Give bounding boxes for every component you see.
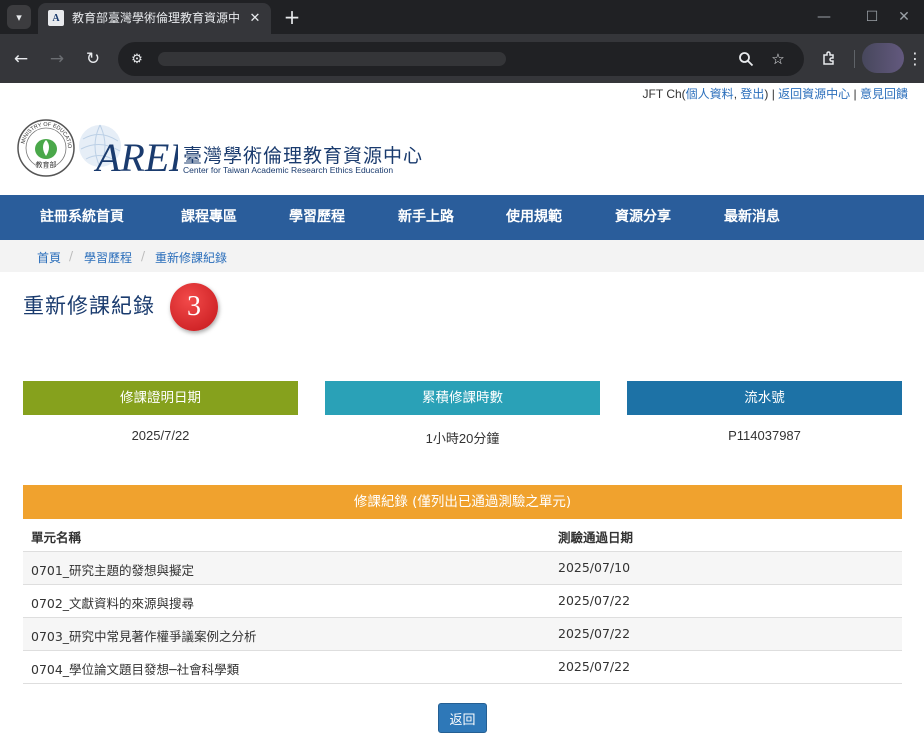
serial-number-value: P114037987 [728, 428, 801, 443]
main-nav: 註冊系統首頁 課程專區 學習歷程 新手上路 使用規範 資源分享 最新消息 [0, 195, 924, 240]
tab-title: 教育部臺灣學術倫理教育資源中心 [72, 11, 240, 25]
breadcrumb-separator: / [69, 249, 74, 263]
separator-pipe: | [768, 87, 779, 101]
more-menu-icon[interactable]: ⋮ [907, 47, 923, 69]
nav-item-register-home[interactable]: 註冊系統首頁 [40, 195, 124, 240]
table-row: 0701_研究主題的發想與擬定 2025/07/10 [23, 552, 902, 585]
records-table-title: 修課紀錄 (僅列出已通過測驗之單元) [23, 485, 902, 519]
nav-item-resources[interactable]: 資源分享 [615, 195, 671, 240]
back-arrow-icon[interactable]: ← [8, 46, 34, 72]
table-row: 0703_研究中常見著作權爭議案例之分析 2025/07/22 [23, 618, 902, 651]
site-subtitle: Center for Taiwan Academic Research Ethi… [183, 165, 394, 175]
profile-link[interactable]: 個人資料 [686, 87, 734, 101]
step-number-badge: 3 [170, 283, 218, 331]
minimize-button[interactable]: — [804, 4, 844, 30]
breadcrumb-home[interactable]: 首頁 [37, 249, 61, 266]
pass-date: 2025/07/22 [558, 626, 631, 641]
bookmark-star-icon[interactable]: ☆ [768, 50, 788, 68]
breadcrumb-separator: / [141, 249, 146, 263]
nav-item-courses[interactable]: 課程專區 [181, 195, 237, 240]
nav-item-getting-started[interactable]: 新手上路 [398, 195, 454, 240]
back-button[interactable]: 返回 [438, 703, 487, 733]
profile-avatar[interactable] [862, 43, 904, 73]
cert-date-value: 2025/7/22 [131, 428, 190, 443]
page-title: 重新修課紀錄 [23, 294, 155, 318]
moe-seal-logo[interactable]: MINISTRY OF EDUCATION 教育部 [14, 114, 76, 178]
site-title: 臺灣學術倫理教育資源中心 [183, 145, 424, 167]
total-hours-header: 累積修課時數 [325, 381, 600, 415]
breadcrumb-learning-history[interactable]: 學習歷程 [84, 249, 132, 266]
nav-item-news[interactable]: 最新消息 [724, 195, 780, 240]
feedback-link[interactable]: 意見回饋 [860, 87, 908, 101]
breadcrumb-current: 重新修課紀錄 [155, 251, 228, 265]
column-header-pass-date: 測驗通過日期 [558, 530, 634, 545]
pass-date: 2025/07/10 [558, 560, 631, 575]
cert-date-header: 修課證明日期 [23, 381, 298, 415]
new-tab-button[interactable]: + [280, 5, 304, 29]
nav-item-learning-history[interactable]: 學習歷程 [289, 195, 345, 240]
browser-tabstrip: ▾ A 教育部臺灣學術倫理教育資源中心 ✕ + — ☐ ✕ [0, 0, 924, 34]
extensions-icon[interactable] [818, 47, 840, 69]
user-name: JFT Ch( [642, 87, 686, 101]
browser-toolbar: ← → ↻ ⚙ ☆ ⋮ [0, 34, 924, 83]
total-hours-value: 1小時20分鐘 [425, 431, 500, 446]
unit-name: 0702_文獻資料的來源與搜尋 [31, 596, 195, 611]
pass-date: 2025/07/22 [558, 593, 631, 608]
resource-center-link[interactable]: 返回資源中心 [778, 87, 850, 101]
address-bar[interactable]: ⚙ ☆ [118, 42, 804, 76]
table-row: 0704_學位論文題目發想─社會科學類 2025/07/22 [23, 651, 902, 684]
table-row: 0702_文獻資料的來源與搜尋 2025/07/22 [23, 585, 902, 618]
tab-list-icon[interactable]: ▾ [7, 5, 31, 29]
serial-number-header: 流水號 [627, 381, 902, 415]
user-bar: JFT Ch(個人資料, 登出) | 返回資源中心 | 意見回饋 [643, 85, 908, 102]
reload-icon[interactable]: ↻ [80, 46, 106, 72]
unit-name: 0701_研究主題的發想與擬定 [31, 563, 195, 578]
toolbar-divider [854, 50, 855, 68]
close-tab-icon[interactable]: ✕ [246, 9, 264, 27]
svg-text:教育部: 教育部 [36, 160, 57, 169]
site-favicon-icon: A [48, 10, 64, 26]
breadcrumb: 首頁 / 學習歷程 / 重新修課紀錄 [0, 240, 924, 272]
close-window-button[interactable]: ✕ [884, 4, 924, 30]
unit-name: 0704_學位論文題目發想─社會科學類 [31, 662, 240, 677]
unit-name: 0703_研究中常見著作權爭議案例之分析 [31, 629, 257, 644]
aree-logo[interactable]: AREE [78, 119, 194, 180]
browser-tab[interactable]: A 教育部臺灣學術倫理教育資源中心 ✕ [38, 3, 271, 34]
zoom-icon[interactable] [736, 50, 756, 68]
svg-text:AREE: AREE [93, 135, 178, 177]
pass-date: 2025/07/22 [558, 659, 631, 674]
nav-item-terms[interactable]: 使用規範 [506, 195, 562, 240]
url-text-redacted [158, 52, 506, 66]
separator-pipe: | [850, 87, 860, 101]
column-header-unit: 單元名稱 [31, 530, 82, 545]
forward-arrow-icon[interactable]: → [44, 46, 70, 72]
site-info-icon[interactable]: ⚙ [126, 49, 148, 69]
table-header-row: 單元名稱 測驗通過日期 [23, 519, 902, 552]
logout-link[interactable]: 登出 [740, 87, 764, 101]
